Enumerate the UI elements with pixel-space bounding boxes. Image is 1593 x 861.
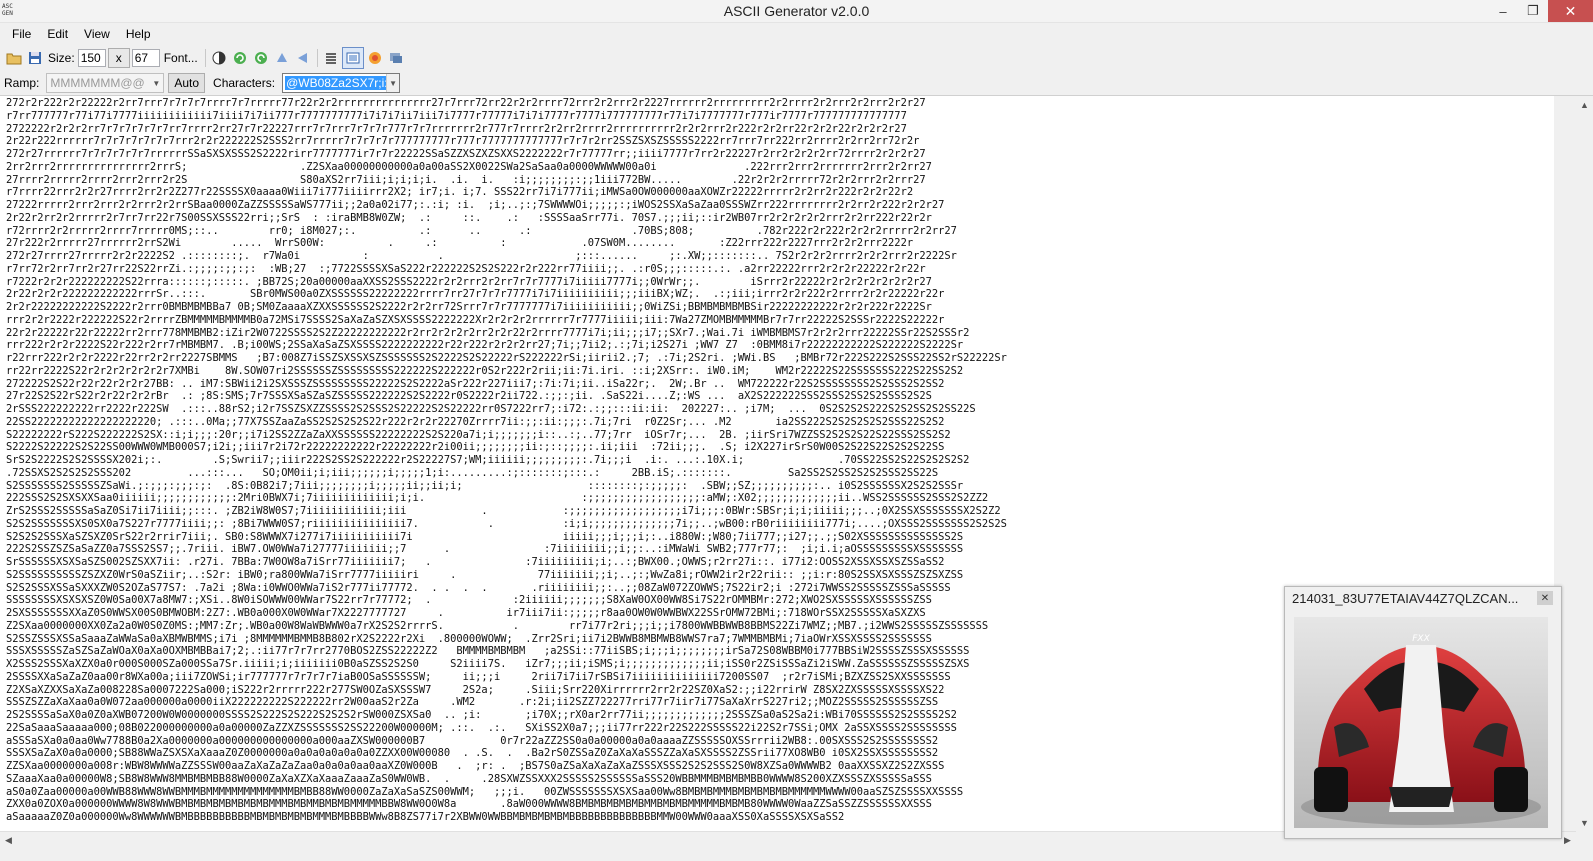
source-image: FXX [1294,617,1548,828]
image-preview-window[interactable]: 214031_83U77ETAIAV44Z7QLZCAN... ✕ FXX [1284,586,1562,839]
height-input[interactable] [131,49,160,67]
red-sports-car-image: FXX [1294,617,1548,828]
chevron-down-icon[interactable]: ▼ [386,74,400,92]
menu-view[interactable]: View [76,23,118,45]
save-disk-icon[interactable] [25,48,45,68]
menu-file[interactable]: File [4,23,39,45]
flip-vertical-icon[interactable] [272,48,292,68]
minimize-button[interactable]: – [1488,0,1518,22]
preview-window-icon[interactable] [341,47,364,69]
menu-bar: File Edit View Help [0,23,1593,45]
svg-text:FXX: FXX [1412,634,1430,644]
scroll-up-icon[interactable]: ▲ [1576,96,1593,113]
chevron-down-icon[interactable]: ▼ [149,74,163,92]
toolbar-separator [316,49,318,67]
preview-close-icon[interactable]: ✕ [1537,591,1553,605]
main-toolbar: Size: x Font... [0,45,1593,71]
close-button[interactable]: ✕ [1548,0,1593,22]
title-bar: ASC GEN ASCII Generator v2.0.0 – ❐ ✕ [0,0,1593,23]
window-title: ASCII Generator v2.0.0 [723,3,870,19]
window-controls: – ❐ ✕ [1488,0,1593,22]
auto-button[interactable]: Auto [168,73,206,93]
rotate-right-icon[interactable] [251,48,271,68]
font-button[interactable]: Font... [160,51,202,65]
scroll-down-icon[interactable]: ▼ [1576,814,1593,831]
colour-icon[interactable] [365,48,385,68]
rotate-left-icon[interactable] [230,48,250,68]
vertical-scrollbar[interactable]: ▲ ▼ [1576,96,1593,831]
text-align-icon[interactable] [321,48,341,68]
maximize-button[interactable]: ❐ [1518,0,1548,22]
toolbar-separator [204,49,206,67]
flip-horizontal-icon[interactable] [293,48,313,68]
menu-edit[interactable]: Edit [39,23,76,45]
batch-convert-icon[interactable] [386,48,406,68]
invert-icon[interactable] [209,48,229,68]
scroll-left-icon[interactable]: ◀ [0,832,17,849]
ramp-select[interactable]: MMMMMMM@@ ▼ [46,73,165,93]
ramp-label: Ramp: [4,76,40,90]
preview-title: 214031_83U77ETAIAV44Z7QLZCAN... [1292,590,1519,606]
characters-value: @WB08Za2SX7r;i:,. [285,76,388,90]
ramp-toolbar: Ramp: MMMMMMM@@ ▼ Auto Characters: @WB08… [0,71,1593,96]
menu-help[interactable]: Help [118,23,159,45]
open-folder-icon[interactable] [4,48,24,68]
ramp-value: MMMMMMM@@ [50,76,145,90]
characters-select[interactable]: @WB08Za2SX7r;i:,. ▼ [282,73,401,93]
size-label: Size: [48,51,75,65]
characters-label: Characters: [213,76,276,90]
width-input[interactable] [77,49,106,67]
size-lock-button[interactable]: x [107,48,130,68]
preview-title-bar[interactable]: 214031_83U77ETAIAV44Z7QLZCAN... ✕ [1285,587,1561,609]
